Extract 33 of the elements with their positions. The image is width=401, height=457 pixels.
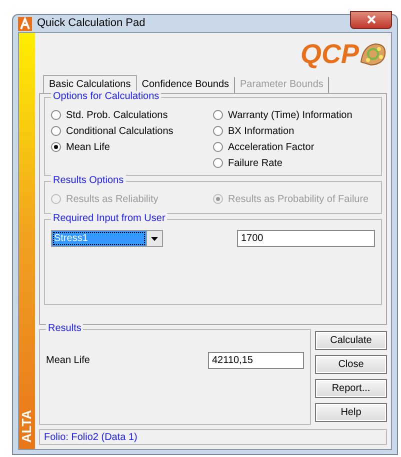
input-field[interactable]: 1700 — [237, 230, 375, 247]
radio-option[interactable]: Mean Life — [51, 139, 213, 155]
radio-option[interactable]: Std. Prob. Calculations — [51, 107, 213, 123]
close-icon — [366, 15, 376, 24]
dialog-button[interactable]: Report... — [315, 379, 387, 398]
result-field[interactable]: 42110,15 — [208, 352, 304, 369]
radio-option[interactable]: Acceleration Factor — [213, 139, 375, 155]
radio-button[interactable] — [213, 126, 223, 136]
dialog-button[interactable]: Help — [315, 403, 387, 422]
window-title: Quick Calculation Pad — [37, 16, 146, 32]
group-title: Required Input from User — [51, 213, 168, 225]
dialog-button[interactable]: Calculate — [315, 331, 387, 350]
radio-option[interactable]: Warranty (Time) Information — [213, 107, 375, 123]
radio-button[interactable] — [51, 110, 61, 120]
logo-text: QCP — [300, 40, 359, 68]
radio-button[interactable] — [213, 142, 223, 152]
group-title: Options for Calculations — [51, 91, 162, 103]
radio-option[interactable]: Failure Rate — [213, 155, 375, 171]
dialog-button[interactable]: Close — [315, 355, 387, 374]
status-bar: Folio: Folio2 (Data 1) — [39, 429, 387, 445]
radio-button[interactable] — [51, 142, 61, 152]
radio-option[interactable]: Conditional Calculations — [51, 123, 213, 139]
radio-button[interactable] — [213, 158, 223, 168]
result-label: Mean Life — [46, 354, 90, 368]
window-close-button[interactable] — [350, 10, 392, 28]
app-icon — [18, 16, 32, 30]
radio-option[interactable]: BX Information — [213, 123, 375, 139]
side-label: ALTA — [19, 410, 35, 443]
group-title: Results Options — [51, 175, 126, 187]
radio-button[interactable] — [213, 110, 223, 120]
radio-button[interactable] — [51, 126, 61, 136]
caret-icon — [151, 236, 158, 240]
tab[interactable]: Basic Calculations — [43, 75, 137, 93]
